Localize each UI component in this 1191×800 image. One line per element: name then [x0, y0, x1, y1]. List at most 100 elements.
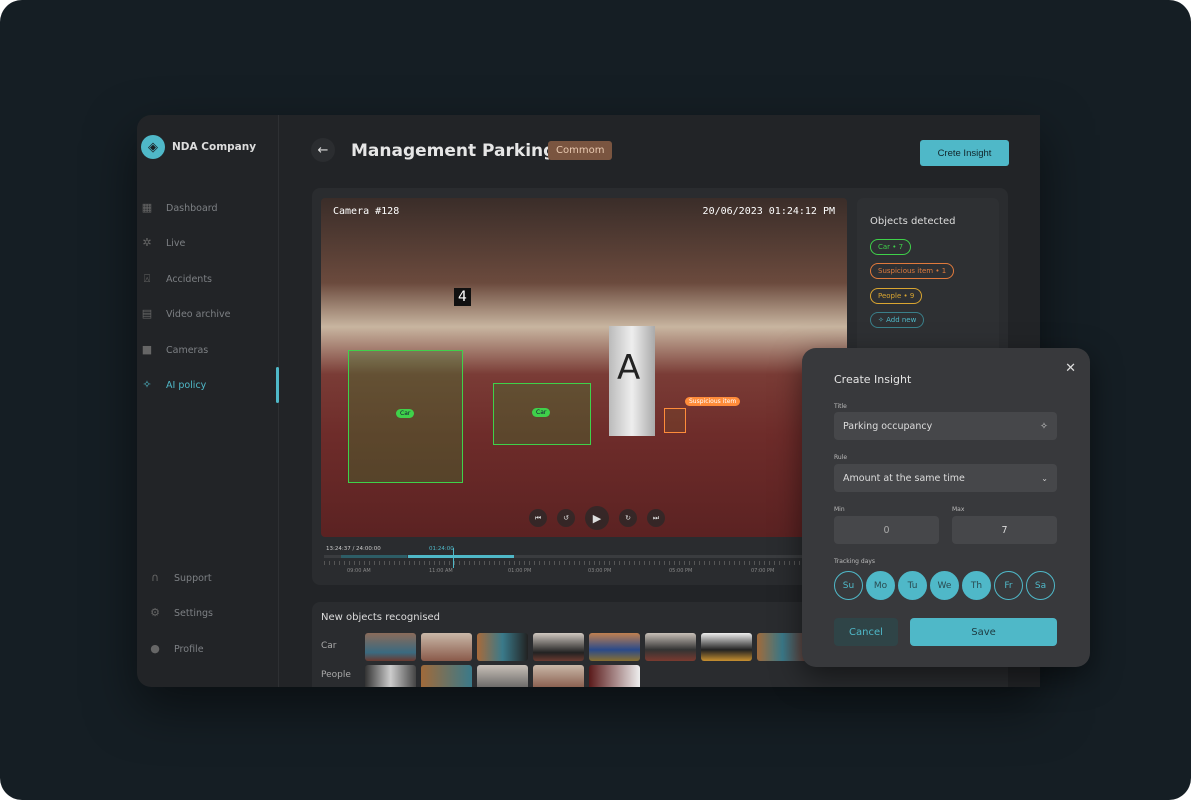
close-button[interactable]: ✕: [1065, 360, 1076, 376]
company-name: NDA Company: [172, 141, 257, 153]
sidebar-item-ai-policy[interactable]: ✧ AI policy: [141, 379, 206, 391]
magic-wand-icon: ✧: [142, 378, 152, 391]
chip-suspicious-item[interactable]: Suspicious item • 1: [870, 263, 955, 279]
skip-back-button[interactable]: ⏮: [529, 509, 547, 527]
playback-controls: ⏮ ↺ ▶ ↻ ⏭: [529, 506, 665, 530]
marker-time: 01:24:00: [429, 546, 454, 552]
skip-forward-button[interactable]: ⏭: [647, 509, 665, 527]
time-label: 11:00 AM: [429, 568, 453, 574]
user-icon: ●: [150, 642, 160, 655]
sidebar-item-profile[interactable]: ● Profile: [149, 642, 203, 655]
arrow-left-icon: ←: [317, 142, 329, 158]
timeline-selection: [408, 555, 514, 558]
sidebar-item-live[interactable]: ✲ Live: [141, 237, 185, 249]
thumbnail[interactable]: [477, 633, 528, 661]
time-label: 01:00 PM: [508, 568, 532, 574]
sidebar-item-dashboard[interactable]: ▦ Dashboard: [141, 202, 218, 214]
active-indicator: [276, 367, 279, 403]
chip-car[interactable]: Car • 7: [870, 239, 912, 255]
zone-sign: A: [617, 348, 641, 388]
magic-wand-icon[interactable]: ✧: [1040, 421, 1048, 432]
thumbnail[interactable]: [421, 665, 472, 687]
time-label: 09:00 AM: [347, 568, 371, 574]
close-icon: ✕: [1065, 360, 1076, 375]
time-label: 07:00 PM: [751, 568, 775, 574]
sidebar-item-cameras[interactable]: ■ Cameras: [141, 344, 208, 356]
detection-box-car[interactable]: Car: [348, 350, 463, 483]
back-button[interactable]: ←: [311, 138, 335, 162]
create-insight-button[interactable]: Crete Insight: [920, 140, 1009, 166]
company-logo-icon: ◈: [141, 135, 165, 159]
detection-box-suspicious[interactable]: Suspicious item: [664, 397, 741, 433]
chevron-down-icon: ⌄: [1041, 473, 1048, 483]
min-input[interactable]: 0: [834, 516, 939, 544]
objects-detected-panel: Objects detected Car • 7 Suspicious item…: [857, 198, 999, 358]
level-sign: 4: [454, 288, 471, 306]
min-field-label: Min: [834, 506, 845, 513]
gear-icon: ⚙: [150, 606, 160, 619]
sidebar: ◈ NDA Company ▦ Dashboard ✲ Live ⍓ Accident…: [137, 115, 279, 687]
rule-select[interactable]: Amount at the same time ⌄: [834, 464, 1057, 492]
siren-icon: ⍓: [143, 272, 151, 285]
thumbnail[interactable]: [477, 665, 528, 687]
people-thumbnails: [365, 665, 640, 687]
title-input[interactable]: Parking occupancy ✧: [834, 412, 1057, 440]
camera-timestamp: 20/06/2023 01:24:12 PM: [702, 206, 835, 217]
timeline-buffer: [341, 555, 407, 558]
thumbnail[interactable]: [589, 633, 640, 661]
days-label: Tracking days: [834, 558, 876, 565]
detection-box-car[interactable]: Car: [493, 383, 591, 445]
time-label: 03:00 PM: [588, 568, 612, 574]
detection-label: Suspicious item: [685, 397, 741, 406]
camera-feed[interactable]: A 4 Camera #128 20/06/2023 01:24:12 PM C…: [321, 198, 847, 537]
thumbnail[interactable]: [365, 633, 416, 661]
day-toggle-tu[interactable]: Tu: [898, 571, 927, 600]
row-label: People: [321, 670, 351, 680]
time-label: 05:00 PM: [669, 568, 693, 574]
day-toggle-su[interactable]: Su: [834, 571, 863, 600]
thumbnail[interactable]: [589, 665, 640, 687]
sidebar-item-accidents[interactable]: ⍓ Accidents: [141, 273, 212, 285]
archive-icon: ▤: [141, 307, 153, 320]
chip-people[interactable]: People • 9: [870, 288, 923, 304]
car-thumbnails: [365, 633, 808, 661]
sidebar-item-support[interactable]: ∩ Support: [149, 572, 212, 584]
thumbnail[interactable]: [645, 633, 696, 661]
row-label: Car: [321, 641, 337, 651]
thumbnail[interactable]: [701, 633, 752, 661]
thumbnail[interactable]: [757, 633, 808, 661]
play-button[interactable]: ▶: [585, 506, 609, 530]
thumbnail[interactable]: [365, 665, 416, 687]
dashboard-icon: ▦: [141, 201, 153, 214]
panel-title: Objects detected: [870, 216, 956, 227]
detection-label: Car: [532, 408, 551, 417]
rewind-button[interactable]: ↺: [557, 509, 575, 527]
thumbnail[interactable]: [421, 633, 472, 661]
max-input[interactable]: 7: [952, 516, 1057, 544]
magic-wand-icon: ✧: [878, 316, 887, 324]
max-field-label: Max: [952, 506, 965, 513]
title-field-label: Title: [834, 403, 847, 410]
day-toggle-sa[interactable]: Sa: [1026, 571, 1055, 600]
cancel-button[interactable]: Cancel: [834, 618, 898, 646]
add-new-button[interactable]: ✧ Add new: [870, 312, 925, 328]
thumbnail[interactable]: [533, 633, 584, 661]
day-toggle-th[interactable]: Th: [962, 571, 991, 600]
sidebar-item-settings[interactable]: ⚙ Settings: [149, 607, 213, 619]
sidebar-item-video-archive[interactable]: ▤ Video archive: [141, 308, 231, 320]
camera-label: Camera #128: [333, 206, 400, 217]
day-toggle-we[interactable]: We: [930, 571, 959, 600]
timeline-ticks: [324, 561, 844, 565]
day-toggle-mo[interactable]: Mo: [866, 571, 895, 600]
title-value: Parking occupancy: [843, 420, 933, 432]
headset-icon: ∩: [150, 571, 160, 584]
day-toggle-fr[interactable]: Fr: [994, 571, 1023, 600]
live-icon: ✲: [142, 236, 152, 249]
dialog-title: Create Insight: [834, 373, 912, 386]
thumbnail[interactable]: [533, 665, 584, 687]
timeline[interactable]: 13:24:37 / 24:00:00 01:24:00 09:00 AM 11…: [321, 542, 847, 578]
timeline-cursor[interactable]: [453, 548, 454, 568]
category-tag: Commom: [548, 141, 613, 160]
forward-button[interactable]: ↻: [619, 509, 637, 527]
save-button[interactable]: Save: [910, 618, 1057, 646]
